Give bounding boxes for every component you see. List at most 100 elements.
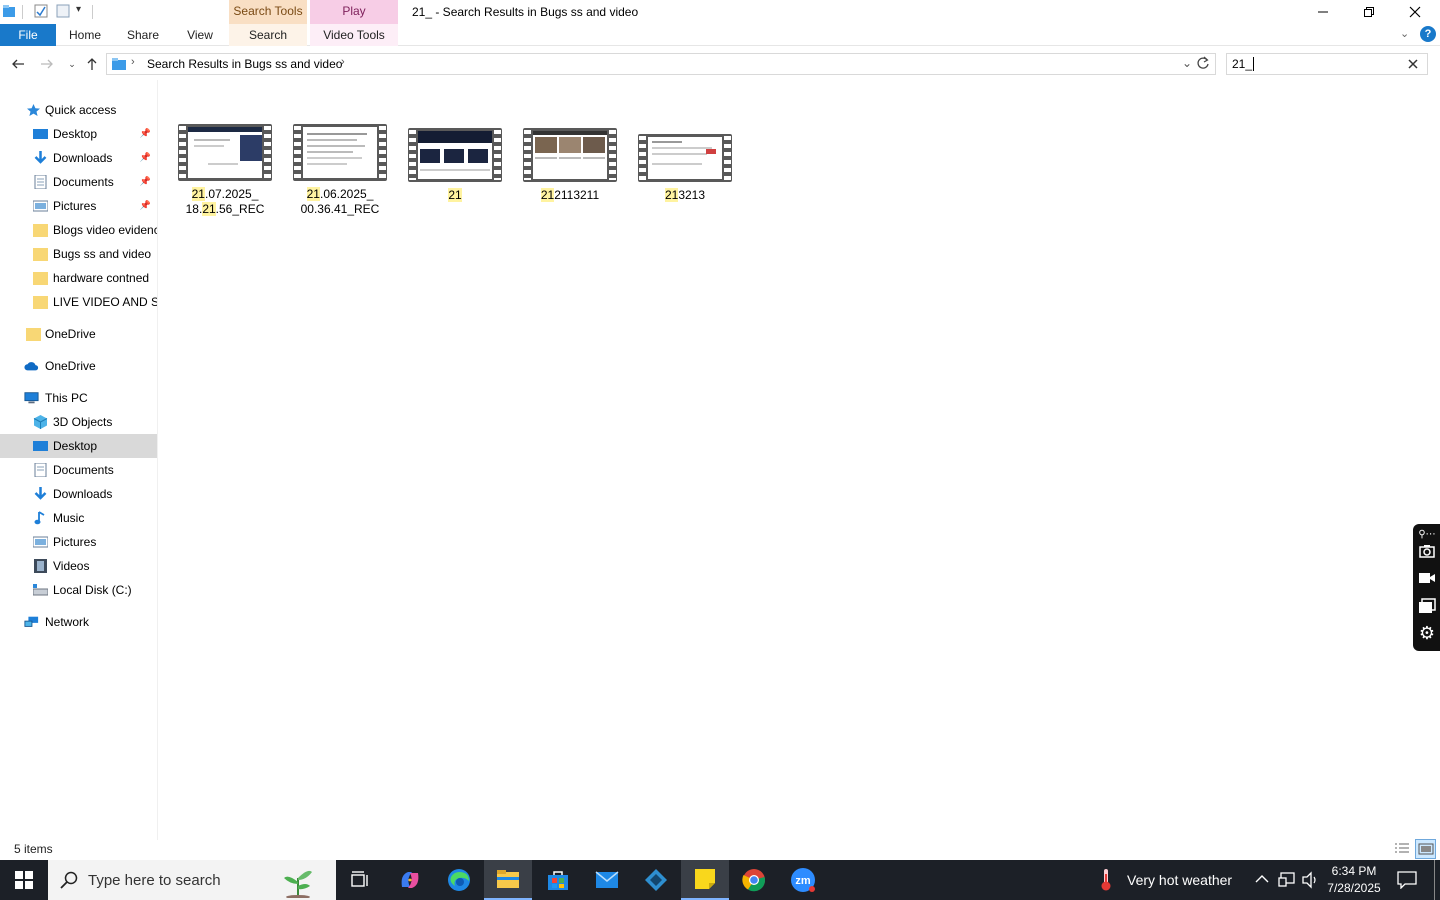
video-camera-icon[interactable]: [1418, 571, 1436, 589]
taskbar: Type here to search zm Very hot weather …: [0, 860, 1440, 900]
zoom-icon: zm: [791, 868, 815, 892]
back-button[interactable]: [8, 54, 28, 74]
volume-icon[interactable]: [1301, 871, 1319, 889]
nav-quick-downloads[interactable]: Downloads 📌: [0, 146, 157, 170]
tab-share[interactable]: Share: [122, 24, 164, 46]
up-button[interactable]: [82, 54, 102, 74]
nav-quick-bugs-ss[interactable]: Bugs ss and video: [0, 242, 157, 266]
search-input[interactable]: 21_: [1226, 53, 1428, 75]
help-icon[interactable]: ?: [1420, 26, 1436, 42]
diamond-app[interactable]: [632, 860, 680, 900]
nav-network[interactable]: Network: [0, 610, 157, 634]
folder-icon: [33, 272, 48, 285]
store-app[interactable]: [534, 860, 582, 900]
nav-quick-hardware[interactable]: hardware contned: [0, 266, 157, 290]
nav-quick-access[interactable]: Quick access: [0, 98, 157, 122]
minimize-button[interactable]: [1300, 0, 1346, 24]
notifications-icon[interactable]: [1397, 871, 1417, 889]
sticky-notes-app[interactable]: [681, 860, 729, 900]
network-status-icon[interactable]: [1278, 871, 1296, 889]
chrome-app[interactable]: [730, 860, 778, 900]
nav-quick-desktop[interactable]: Desktop 📌: [0, 122, 157, 146]
clock-date[interactable]: 7/28/2025: [1326, 881, 1382, 895]
nav-quick-blogs-video[interactable]: Blogs video evidence: [0, 218, 157, 242]
pane-divider[interactable]: [157, 80, 158, 840]
tab-file[interactable]: File: [0, 24, 56, 46]
qat-customize-icon[interactable]: ▾: [76, 4, 81, 15]
breadcrumb-location[interactable]: Search Results in Bugs ss and video: [147, 57, 342, 71]
copilot-app[interactable]: [386, 860, 434, 900]
show-desktop-button[interactable]: [1434, 860, 1435, 900]
file-item[interactable]: 212113211: [522, 128, 618, 203]
nav-pc-local-disk[interactable]: Local Disk (C:): [0, 578, 157, 602]
mail-app[interactable]: [583, 860, 631, 900]
video-thumbnail: [178, 124, 272, 181]
divider: [92, 5, 93, 19]
edge-app[interactable]: [435, 860, 483, 900]
start-button[interactable]: [0, 860, 48, 900]
divider: [22, 5, 23, 19]
thermometer-icon: [1101, 869, 1111, 891]
properties-icon[interactable]: [34, 4, 48, 18]
minimize-icon: [1318, 11, 1328, 13]
nav-pc-videos[interactable]: Videos: [0, 554, 157, 578]
task-view-button[interactable]: [336, 860, 384, 900]
refresh-button[interactable]: [1196, 56, 1216, 76]
nav-onedrive-folder[interactable]: OneDrive: [0, 322, 157, 346]
tab-view[interactable]: View: [180, 24, 220, 46]
forward-button[interactable]: [37, 54, 57, 74]
settings-gear-icon[interactable]: ⚙: [1418, 624, 1436, 642]
taskbar-search-box[interactable]: Type here to search: [48, 860, 336, 900]
file-item[interactable]: 21.06.2025_ 00.36.41_REC: [292, 124, 388, 217]
nav-pc-pictures[interactable]: Pictures: [0, 530, 157, 554]
file-item[interactable]: 213213: [637, 134, 733, 203]
close-button[interactable]: [1392, 0, 1438, 24]
breadcrumb-chevron-icon[interactable]: ›: [341, 56, 345, 68]
nav-pc-music[interactable]: Music: [0, 506, 157, 530]
tab-search[interactable]: Search: [229, 24, 307, 46]
large-icons-view-button[interactable]: [1415, 839, 1436, 859]
nav-pc-documents[interactable]: Documents: [0, 458, 157, 482]
address-bar[interactable]: › Search Results in Bugs ss and video › …: [106, 53, 1216, 75]
expand-ribbon-icon[interactable]: ⌄: [1400, 27, 1409, 40]
forward-arrow-icon: [41, 59, 53, 69]
edge-icon: [448, 869, 470, 891]
details-view-button[interactable]: [1394, 841, 1412, 857]
clear-search-icon[interactable]: [1408, 59, 1418, 69]
tab-home[interactable]: Home: [64, 24, 106, 46]
nav-pc-downloads[interactable]: Downloads: [0, 482, 157, 506]
new-folder-icon[interactable]: [56, 4, 70, 18]
gallery-icon[interactable]: [1418, 598, 1436, 616]
nav-pc-3d-objects[interactable]: 3D Objects: [0, 410, 157, 434]
video-camera-icon: [1419, 573, 1435, 583]
search-tools-context-label: Search Tools: [229, 0, 307, 24]
desktop-icon: [33, 441, 48, 451]
nav-quick-pictures[interactable]: Pictures 📌: [0, 194, 157, 218]
chevron-up-icon[interactable]: [1255, 874, 1269, 884]
nav-this-pc[interactable]: This PC: [0, 386, 157, 410]
file-item[interactable]: 21: [407, 128, 503, 203]
weather-widget[interactable]: Very hot weather: [1127, 872, 1232, 888]
address-dropdown-icon[interactable]: ⌄: [1182, 56, 1192, 70]
refresh-icon: [1197, 56, 1209, 69]
tab-video-tools[interactable]: Video Tools: [310, 24, 398, 46]
nav-pc-desktop[interactable]: Desktop: [0, 434, 157, 458]
nav-label: OneDrive: [45, 359, 96, 373]
nav-onedrive[interactable]: OneDrive: [0, 354, 157, 378]
camera-icon[interactable]: [1418, 544, 1436, 562]
zoom-app[interactable]: zm: [779, 860, 827, 900]
more-options-icon[interactable]: ⚲⋯: [1418, 526, 1436, 544]
nav-quick-documents[interactable]: Documents 📌: [0, 170, 157, 194]
restore-button[interactable]: [1346, 0, 1392, 24]
cube-icon: [33, 415, 48, 429]
search-query[interactable]: 21_: [1232, 57, 1252, 71]
file-explorer-app[interactable]: [484, 860, 532, 900]
nav-label: Desktop: [53, 439, 98, 453]
nav-label: 3D Objects: [53, 415, 113, 429]
window-title: 21_ - Search Results in Bugs ss and vide…: [412, 5, 639, 19]
computer-icon: [24, 392, 39, 404]
clock-time[interactable]: 6:34 PM: [1326, 864, 1382, 878]
recent-locations-dropdown[interactable]: ⌄: [62, 54, 82, 74]
file-item[interactable]: 21.07.2025_ 18.21.56_REC: [177, 124, 273, 217]
nav-quick-live-video[interactable]: LIVE VIDEO AND SS: [0, 290, 157, 314]
